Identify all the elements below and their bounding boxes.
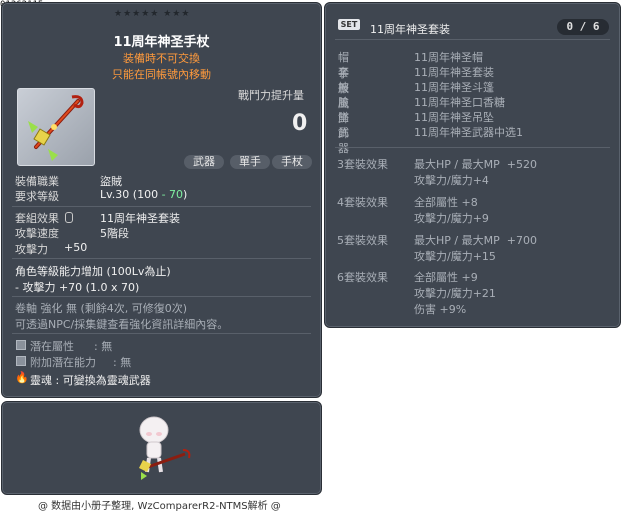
soul-flame-icon: 🔥 bbox=[15, 371, 29, 384]
additional-potential-icon bbox=[16, 356, 26, 366]
stat-name: 攻擊力/魔力 bbox=[414, 287, 473, 300]
additional-potential-value: : 無 bbox=[113, 356, 132, 369]
soul-weapon-line: 靈魂 : 可變換為靈魂武器 bbox=[30, 374, 151, 387]
avatar-preview-panel bbox=[1, 401, 322, 495]
stat-value: +520 bbox=[506, 158, 537, 171]
stat-name: 全部屬性 bbox=[414, 271, 458, 284]
potential-value: : 無 bbox=[94, 340, 113, 353]
set-effect-line: 攻擊力/魔力+21 bbox=[414, 285, 496, 301]
power-increase-label: 戰鬥力提升量 bbox=[238, 89, 304, 102]
credit-footer: @ 数据由小册子整理, WzComparerR2-NTMS解析 @ bbox=[38, 501, 281, 512]
set-piece-name: 11周年神圣吊坠 bbox=[414, 111, 494, 124]
attack-label: 攻擊力 bbox=[15, 243, 48, 256]
stat-value: +9 bbox=[461, 271, 478, 284]
set-effect-label-text: 套組效果 bbox=[15, 212, 59, 225]
job-value: 盜賊 bbox=[100, 175, 122, 188]
stat-value: +9 bbox=[472, 212, 489, 225]
stat-value: +15 bbox=[472, 250, 496, 263]
separator-4 bbox=[12, 333, 311, 334]
set-effect-label: 6套裝效果 bbox=[337, 271, 388, 284]
set-effect-line: 伤害 +9% bbox=[414, 301, 466, 317]
set-piece-name: 11周年神圣口香糖 bbox=[414, 96, 505, 109]
set-effect-value: 11周年神圣套装 bbox=[100, 212, 180, 225]
set-effect-line: 最大HP / 最大MP +520 bbox=[414, 156, 537, 172]
character-preview bbox=[139, 416, 191, 480]
power-increase-value: 0 bbox=[292, 111, 308, 136]
stat-name: 攻擊力/魔力 bbox=[414, 250, 473, 263]
set-effect-line: 攻擊力/魔力+9 bbox=[414, 210, 489, 226]
set-separator bbox=[335, 147, 610, 148]
level-value-suffix: ) bbox=[183, 188, 188, 201]
set-effect-label: 3套裝效果 bbox=[337, 158, 388, 171]
set-effect-4: 4套裝效果 全部屬性 +8 攻擊力/魔力+9 bbox=[337, 194, 489, 225]
item-icon-frame bbox=[17, 88, 95, 166]
set-info-panel: SET 11周年神圣套装 0 / 6 帽子 11周年神圣帽 套服 11周年神圣套… bbox=[324, 2, 621, 328]
separator-2 bbox=[12, 258, 311, 259]
stat-name: 攻擊力/魔力 bbox=[414, 174, 473, 187]
mouse-icon bbox=[64, 212, 73, 223]
set-piece-name: 11周年神圣帽 bbox=[414, 51, 483, 64]
cane-weapon-icon bbox=[28, 95, 84, 161]
stat-value: +8 bbox=[461, 196, 478, 209]
stat-value: +9% bbox=[439, 303, 467, 316]
set-piece-slot: 武器 bbox=[338, 126, 349, 155]
trade-notice: 装備時不可交換 bbox=[123, 52, 200, 65]
stat-value: +4 bbox=[472, 174, 489, 187]
set-badge: SET bbox=[338, 19, 360, 30]
stat-name: 伤害 bbox=[414, 303, 436, 316]
tag-weapon: 武器 bbox=[184, 155, 224, 169]
stat-name: 全部屬性 bbox=[414, 196, 458, 209]
attack-speed-value: 5階段 bbox=[100, 227, 129, 240]
set-name: 11周年神圣套装 bbox=[370, 23, 450, 36]
level-value-prefix: Lv.30 (100 bbox=[100, 188, 162, 201]
level-growth-line-2: - 攻擊力 +70 (1.0 x 70) bbox=[15, 281, 140, 294]
account-notice: 只能在同帳號內移動 bbox=[112, 68, 211, 81]
set-effect-label: 套組效果 bbox=[15, 210, 73, 226]
set-effect-5: 5套裝效果 最大HP / 最大MP +700 攻擊力/魔力+15 bbox=[337, 232, 537, 263]
attack-value: +50 bbox=[64, 241, 88, 254]
attack-speed-label: 攻擊速度 bbox=[15, 227, 59, 240]
potential-label: 潛在屬性 bbox=[30, 340, 74, 353]
set-effect-line: 最大HP / 最大MP +700 bbox=[414, 232, 537, 248]
stat-name: 攻擊力/魔力 bbox=[414, 212, 473, 225]
level-value: Lv.30 (100 - 70) bbox=[100, 188, 187, 201]
set-piece-name: 11周年神圣斗篷 bbox=[414, 81, 494, 94]
set-effect-line: 全部屬性 +9 bbox=[414, 269, 478, 285]
npc-info: 可透過NPC/採集鍵查看強化資訊詳細內容。 bbox=[15, 318, 229, 331]
tag-one-handed: 單手 bbox=[230, 155, 270, 169]
separator-1 bbox=[12, 206, 311, 207]
set-piece-name: 11周年神圣套装 bbox=[414, 66, 494, 79]
set-effect-3: 3套裝效果 最大HP / 最大MP +520 攻擊力/魔力+4 bbox=[337, 156, 537, 187]
stat-value: +21 bbox=[472, 287, 496, 300]
set-effect-label: 5套裝效果 bbox=[337, 234, 388, 247]
set-count: 0 / 6 bbox=[557, 19, 609, 35]
set-effect-line: 攻擊力/魔力+15 bbox=[414, 248, 496, 264]
set-effect-line: 全部屬性 +8 bbox=[414, 194, 478, 210]
level-growth-line-1: 角色等級能力增加 (100Lv為止) bbox=[15, 265, 171, 278]
set-separator bbox=[335, 39, 610, 40]
set-effect-label: 4套裝效果 bbox=[337, 196, 388, 209]
level-label: 要求等級 bbox=[15, 190, 59, 203]
additional-potential-label: 附加潛在能力 bbox=[30, 356, 96, 369]
scroll-info: 卷軸 強化 無 (剩餘4次, 可修復0次) bbox=[15, 302, 188, 315]
separator-3 bbox=[12, 296, 311, 297]
stat-value: +700 bbox=[506, 234, 537, 247]
potential-icon bbox=[16, 340, 26, 350]
stat-name: 最大HP / 最大MP bbox=[414, 158, 500, 171]
set-effect-6: 6套裝效果 全部屬性 +9 攻擊力/魔力+21 伤害 +9% bbox=[337, 269, 496, 316]
star-force-stars: ★★★★★ ★★★ bbox=[114, 9, 191, 19]
tag-cane: 手杖 bbox=[272, 155, 312, 169]
set-piece-name: 11周年神圣武器中选1 bbox=[414, 126, 523, 139]
job-label: 裝備職業 bbox=[15, 175, 59, 188]
stat-name: 最大HP / 最大MP bbox=[414, 234, 500, 247]
set-effect-line: 攻擊力/魔力+4 bbox=[414, 172, 489, 188]
level-value-bonus: - 70 bbox=[161, 188, 184, 201]
item-title: 11周年神圣手杖 bbox=[113, 35, 210, 50]
item-tooltip-panel: ★★★★★ ★★★ 11周年神圣手杖 装備時不可交換 只能在同帳號內移動 戰鬥力… bbox=[1, 2, 322, 398]
